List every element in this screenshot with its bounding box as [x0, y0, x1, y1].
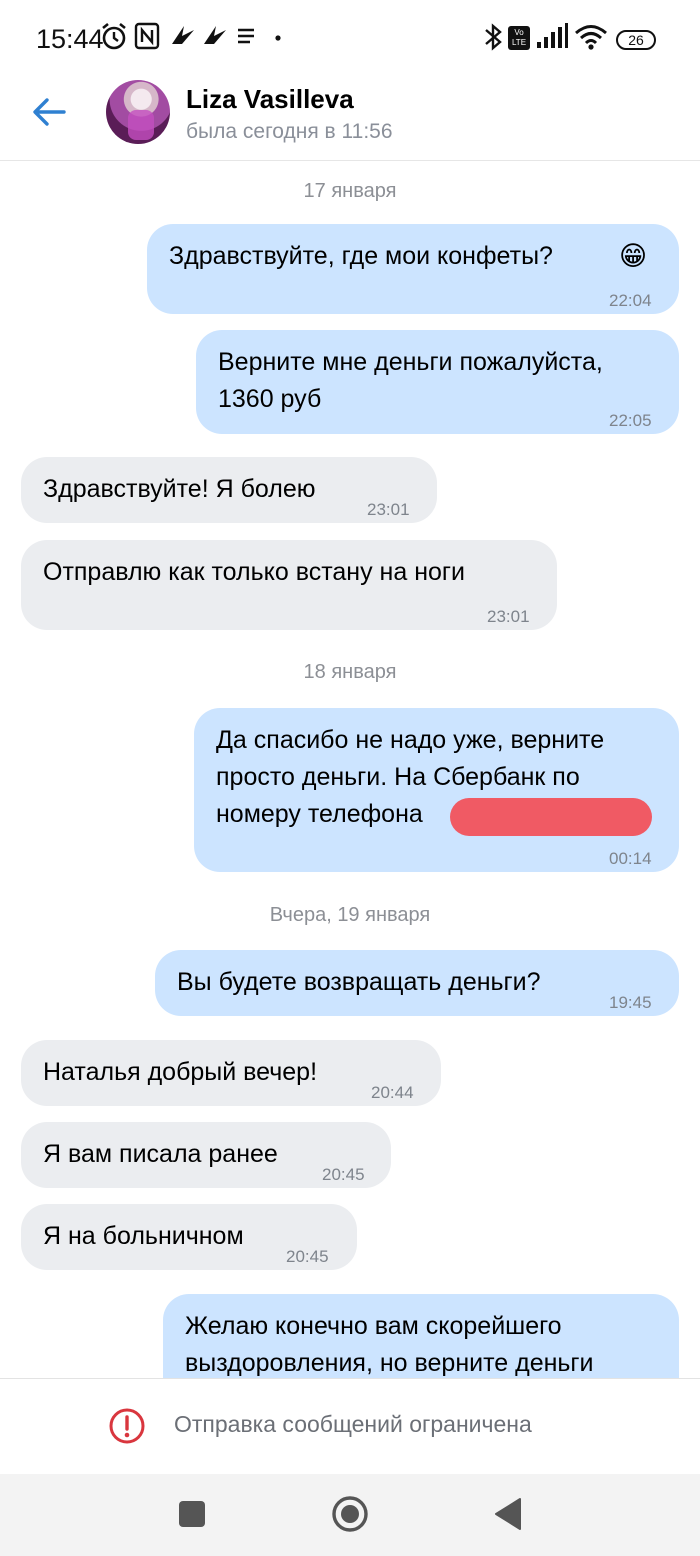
- alarm-icon: [102, 22, 126, 50]
- message-time: 22:05: [609, 411, 652, 430]
- volte-icon: Vo LTE: [508, 26, 530, 50]
- message-time: 20:45: [322, 1165, 365, 1184]
- message-time: 20:44: [371, 1083, 414, 1102]
- message-text: Я вам писала ранее: [43, 1140, 278, 1168]
- volte-label: Vo LTE: [511, 28, 527, 47]
- signal-icon: [537, 23, 568, 48]
- message-text: Здравствуйте! Я болею: [43, 475, 316, 503]
- grinning-emoji-icon: 😁: [619, 241, 648, 271]
- system-navigation-bar: [0, 1474, 700, 1556]
- back-triangle-icon[interactable]: [488, 1494, 528, 1534]
- message-text: Желаю конечно вам скорейшего выздоровлен…: [185, 1312, 594, 1377]
- contact-name[interactable]: Liza Vasilleva: [186, 84, 354, 115]
- date-separator: Вчера, 19 января: [269, 904, 431, 926]
- home-circle-icon[interactable]: [330, 1494, 370, 1534]
- message-time: 23:01: [367, 500, 410, 519]
- chat-header: Liza Vasilleva была сегодня в 11:56: [0, 78, 700, 161]
- status-bar: 15:44 Vo LTE 26: [0, 0, 700, 78]
- message-bubble-incoming[interactable]: Отправлю как только встану на ноги 23:01: [21, 540, 557, 630]
- message-text: Здравствуйте, где мои конфеты?: [169, 242, 553, 270]
- warning-circle-icon: [109, 1408, 145, 1444]
- message-bubble-incoming[interactable]: Я вам писала ранее 20:45: [21, 1122, 391, 1188]
- recents-square-icon[interactable]: [172, 1494, 212, 1534]
- message-time: 22:04: [609, 291, 652, 310]
- message-bubble-outgoing[interactable]: Желаю конечно вам скорейшего выздоровлен…: [163, 1294, 679, 1378]
- last-seen-status: была сегодня в 11:56: [186, 120, 393, 143]
- wifi-icon: [575, 25, 607, 50]
- message-time: 23:01: [487, 607, 530, 626]
- message-time: 19:45: [609, 993, 652, 1012]
- nfc-icon: [134, 22, 160, 50]
- message-text: Верните мне деньги пожалуйста, 1360 руб: [218, 348, 603, 413]
- message-text: Вы будете возвращать деньги?: [177, 968, 541, 996]
- battery-icon: 26: [616, 30, 656, 50]
- message-list[interactable]: 17 января Здравствуйте, где мои конфеты?…: [0, 160, 700, 1378]
- status-time: 15:44: [36, 24, 104, 54]
- message-text: Отправлю как только встану на ноги: [43, 558, 465, 586]
- bluetooth-icon: [485, 23, 502, 51]
- battery-level: 26: [628, 32, 644, 48]
- message-bubble-outgoing[interactable]: Вы будете возвращать деньги? 19:45: [155, 950, 679, 1016]
- app-notification-icon: [172, 26, 194, 44]
- message-time: 20:45: [286, 1247, 329, 1266]
- message-bubble-incoming[interactable]: Здравствуйте! Я болею 23:01: [21, 457, 437, 523]
- arrow-left-icon[interactable]: [30, 92, 70, 132]
- message-bubble-outgoing[interactable]: Здравствуйте, где мои конфеты? 😁 22:04: [147, 224, 679, 314]
- message-bubble-outgoing[interactable]: Да спасибо не надо уже, верните просто д…: [194, 708, 679, 872]
- message-time: 00:14: [609, 849, 652, 868]
- message-text: Я на больничном: [43, 1222, 244, 1250]
- message-text: Наталья добрый вечер!: [43, 1058, 318, 1086]
- messaging-restricted-bar: Отправка сообщений ограничена: [0, 1378, 700, 1475]
- menu-notification-icon: [238, 28, 254, 44]
- redaction-mark: [450, 798, 652, 836]
- messaging-restricted-text: Отправка сообщений ограничена: [174, 1411, 532, 1437]
- app-notification-icon: [204, 26, 226, 44]
- avatar[interactable]: [106, 80, 170, 144]
- message-bubble-incoming[interactable]: Я на больничном 20:45: [21, 1204, 357, 1270]
- date-separator: 18 января: [303, 661, 397, 683]
- message-bubble-incoming[interactable]: Наталья добрый вечер! 20:44: [21, 1040, 441, 1106]
- dot-icon: [275, 35, 281, 41]
- message-bubble-outgoing[interactable]: Верните мне деньги пожалуйста, 1360 руб …: [196, 330, 679, 434]
- date-separator: 17 января: [303, 180, 397, 202]
